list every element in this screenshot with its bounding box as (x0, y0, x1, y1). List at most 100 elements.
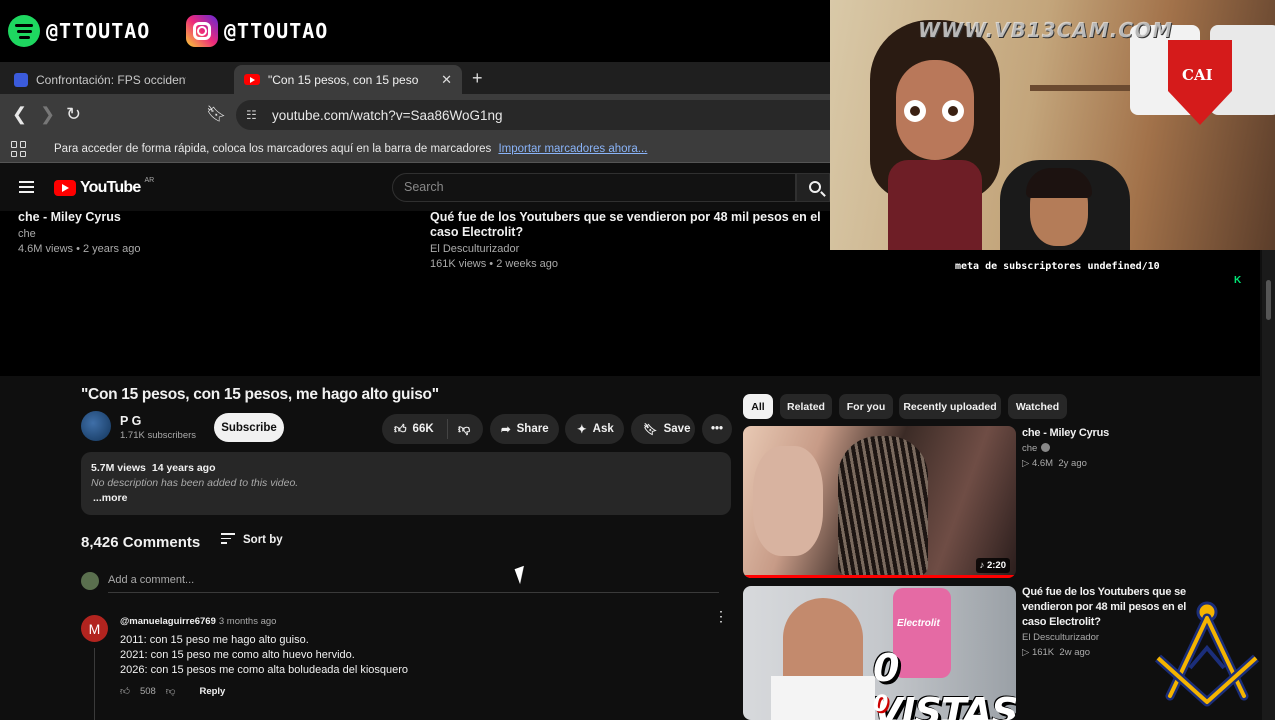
channel-avatar[interactable] (81, 411, 111, 441)
youtube-wordmark: YouTube (80, 179, 141, 196)
tab-label: "Con 15 pesos, con 15 pesos, me hago alt… (268, 72, 418, 87)
bookmark-icon[interactable]: 🔖︎ (206, 104, 226, 124)
menu-icon[interactable] (19, 181, 34, 196)
mini-result-card[interactable]: Qué fue de los Youtubers que se vendiero… (430, 210, 825, 272)
verified-icon (1041, 443, 1051, 452)
browser-toolbar: ❮ ❯ ↻ 🔖︎ ☷ youtube.com/watch?v=Saa86WoG1… (0, 94, 830, 136)
room-shelf (1030, 85, 1140, 91)
recommended-channel: che (1022, 443, 1038, 454)
recommended-video-thumbnail[interactable]: Electrolit 0 VISTAS 0 SUSCRIPTORES (743, 586, 1016, 720)
add-comment-input[interactable]: Add a comment... (108, 574, 719, 593)
tab-confrontacion[interactable]: Confrontación: FPS occidental | Juega (4, 65, 230, 94)
duration-text: 2:20 (986, 560, 1006, 571)
thumbs-down-icon: 👎︎ (458, 421, 471, 436)
mini-result-title: Qué fue de los Youtubers que se vendiero… (430, 210, 821, 239)
bookmarks-message: Para acceder de forma rápida, coloca los… (54, 143, 492, 155)
chip-all[interactable]: All (743, 394, 773, 419)
tab-label: Confrontación: FPS occidental | Juega (36, 72, 186, 87)
bookmarks-bar: Para acceder de forma rápida, coloca los… (0, 136, 830, 163)
description-box[interactable]: 5.7M views 14 years ago No description ha… (81, 452, 731, 515)
url-text: youtube.com/watch?v=Saa86WoG1ng (272, 107, 503, 123)
browser-tab-strip: Confrontación: FPS occidental | Juega "C… (0, 62, 830, 94)
youtube-logo[interactable]: YouTube AR (54, 176, 155, 197)
watch-progress-bar (743, 575, 1016, 578)
site-settings-icon[interactable]: ☷ (246, 108, 260, 122)
spotify-icon (8, 15, 40, 47)
apps-grid-icon[interactable] (11, 141, 27, 157)
like-count: 66K (412, 423, 434, 435)
instagram-handle-group: @TTOUTAO (186, 15, 328, 47)
close-tab-icon[interactable]: ✕ (441, 72, 452, 88)
comment-menu-icon[interactable]: ⋮ (714, 609, 728, 623)
ask-label: Ask (592, 423, 614, 435)
like-button[interactable]: 👍︎ 66K (382, 419, 448, 439)
search-input[interactable]: Search (392, 173, 796, 202)
thumbs-up-icon: 👍︎ (394, 421, 407, 436)
webcam-watermark: WWW.VB13CAM.COM (918, 18, 1173, 42)
view-count: 5.7M views (91, 462, 146, 474)
recommended-views: 161K (1031, 647, 1055, 658)
more-actions-button[interactable]: ••• (702, 414, 732, 444)
reload-icon[interactable]: ↻ (66, 104, 81, 125)
comment-line: 2026: con 15 pesos me como alta boludead… (120, 664, 409, 676)
dislike-button[interactable]: 👎︎ (448, 422, 470, 437)
stream-overlay-bar: @TTOUTAO @TTOUTAO (0, 0, 830, 62)
recommended-age: 2w ago (1059, 647, 1091, 658)
mini-result-card[interactable]: che - Miley Cyrus che 4.6M views • 2 yea… (18, 210, 398, 257)
crest-letters: CAI (1182, 66, 1213, 84)
save-label: Save (663, 423, 691, 435)
bottle-brand-text: Electrolit (897, 618, 940, 629)
streamer-hair (1026, 168, 1092, 198)
like-dislike-group: 👍︎ 66K 👎︎ (382, 414, 483, 444)
recommended-video-thumbnail[interactable]: ♪ 2:20 (743, 426, 1016, 578)
channel-name[interactable]: P G (120, 414, 141, 428)
sort-comments-button[interactable]: Sort by (221, 533, 283, 547)
ask-button[interactable]: ✦ Ask (565, 414, 624, 444)
search-button[interactable] (796, 173, 830, 202)
recommended-video-info[interactable]: che - Miley Cyrus che ▷ 4.6M 2y ago (1022, 426, 1197, 471)
back-icon[interactable]: ❮ (12, 104, 27, 125)
mini-result-stats: 161K views • 2 weeks ago (430, 258, 558, 270)
chip-recently-uploaded[interactable]: Recently uploaded (899, 394, 1001, 419)
game-favicon-icon (14, 72, 28, 87)
address-bar[interactable]: ☷ youtube.com/watch?v=Saa86WoG1ng (236, 100, 830, 130)
share-label: Share (516, 423, 549, 435)
more-icon: ••• (710, 423, 724, 435)
description-text: No description has been added to this vi… (91, 477, 299, 489)
commenter-avatar[interactable]: M (81, 615, 108, 642)
instagram-icon (186, 15, 218, 47)
user-avatar (81, 572, 99, 590)
webcam-overlay: CAI WWW.VB13CAM.COM (830, 0, 1275, 250)
comment-header: @manuelaguirre6769 3 months ago (120, 616, 276, 627)
chip-related[interactable]: Related (780, 394, 832, 419)
subscribe-button[interactable]: Subscribe (214, 413, 284, 442)
share-icon: ➦ (501, 424, 511, 436)
video-duration: ♪ 2:20 (975, 558, 1010, 573)
spotify-handle-group: @TTOUTAO (8, 15, 150, 47)
comment-like-icon[interactable]: 👍︎ (120, 685, 130, 697)
region-code: AR (144, 176, 155, 184)
mini-result-channel: che (18, 228, 36, 240)
sparkle-icon: ✦ (577, 424, 587, 436)
save-button[interactable]: 🔖︎ Save (631, 414, 695, 444)
sort-icon (221, 533, 235, 547)
mini-result-channel: El Desculturizador (430, 243, 520, 255)
bookmarks-hint: Para acceder de forma rápida, coloca los… (54, 143, 647, 155)
share-button[interactable]: ➦ Share (490, 414, 559, 444)
description-more-link[interactable]: ...more (91, 491, 721, 506)
forward-icon[interactable]: ❯ (40, 104, 55, 125)
comment-dislike-icon[interactable]: 👎︎ (166, 685, 176, 697)
recommended-age: 2y ago (1058, 458, 1087, 469)
chip-watched[interactable]: Watched (1008, 394, 1067, 419)
compass-square-logo (1154, 601, 1260, 707)
comment-author[interactable]: @manuelaguirre6769 (120, 616, 216, 627)
comment-line: 2011: con 15 peso me hago alto guiso. (120, 634, 309, 646)
comment-time[interactable]: 3 months ago (219, 616, 277, 627)
recommended-channel-row: che (1022, 441, 1197, 456)
reply-button[interactable]: Reply (199, 686, 225, 697)
import-bookmarks-link[interactable]: Importar marcadores ahora... (498, 143, 647, 155)
comment-text: 2011: con 15 peso me hago alto guiso. 20… (120, 633, 408, 678)
chip-for-you[interactable]: For you (839, 394, 893, 419)
new-tab-button[interactable]: + (472, 68, 483, 89)
tab-youtube-video[interactable]: "Con 15 pesos, con 15 pesos, me hago alt… (234, 65, 462, 94)
